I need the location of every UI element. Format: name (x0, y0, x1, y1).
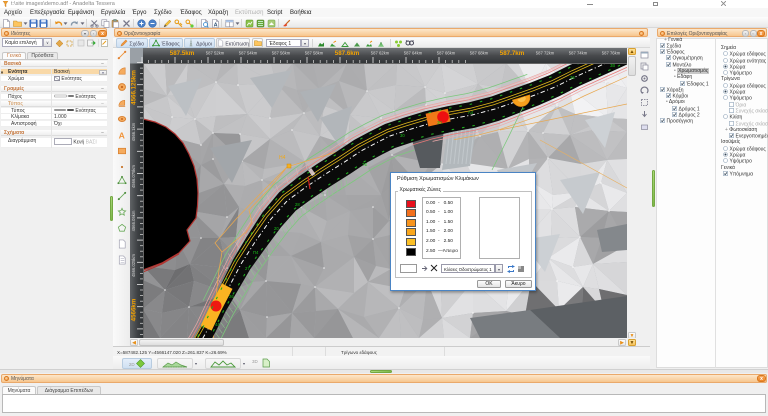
svg-text:3Β: 3Β (610, 63, 615, 68)
svg-text:Η4: Η4 (279, 155, 286, 161)
svg-text:4566.075km: 4566.075km (131, 164, 136, 188)
svg-text:4566.125km: 4566.125km (131, 69, 138, 104)
svg-text:ΤΕ: ΤΕ (362, 162, 368, 167)
svg-text:587 68km: 587 68km (470, 50, 489, 55)
svg-text:4566.025km: 4566.025km (131, 253, 136, 277)
svg-text:587 58km: 587 58km (305, 50, 324, 55)
svg-text:4566.1km: 4566.1km (131, 122, 136, 141)
svg-text:28: 28 (295, 202, 300, 207)
svg-text:20: 20 (274, 226, 279, 231)
svg-text:44: 44 (215, 322, 220, 327)
svg-text:587 56km: 587 56km (272, 50, 291, 55)
svg-text:36: 36 (570, 75, 575, 80)
svg-text:587 72km: 587 72km (536, 50, 555, 55)
svg-text:587 76km: 587 76km (602, 50, 621, 55)
svg-text:4566km: 4566km (131, 298, 138, 321)
svg-text:4566.05km: 4566.05km (131, 210, 136, 231)
svg-text:587 74km: 587 74km (569, 50, 588, 55)
svg-text:587 66km: 587 66km (437, 50, 456, 55)
svg-text:587 52km: 587 52km (206, 50, 225, 55)
svg-text:A: A (119, 130, 125, 140)
svg-text:Π4: Π4 (253, 250, 259, 255)
svg-text:27: 27 (245, 266, 250, 271)
svg-text:30: 30 (400, 133, 405, 138)
svg-text:587 54km: 587 54km (239, 50, 258, 55)
svg-text:587.5km: 587.5km (170, 50, 195, 57)
svg-text:587.6km: 587.6km (335, 50, 360, 57)
svg-text:30: 30 (437, 120, 442, 125)
svg-text:587.7km: 587.7km (500, 50, 525, 57)
svg-text:26: 26 (229, 294, 234, 299)
svg-text:587 62km: 587 62km (371, 50, 390, 55)
svg-text:Λ4: Λ4 (468, 110, 474, 115)
svg-text:587 64km: 587 64km (404, 50, 423, 55)
